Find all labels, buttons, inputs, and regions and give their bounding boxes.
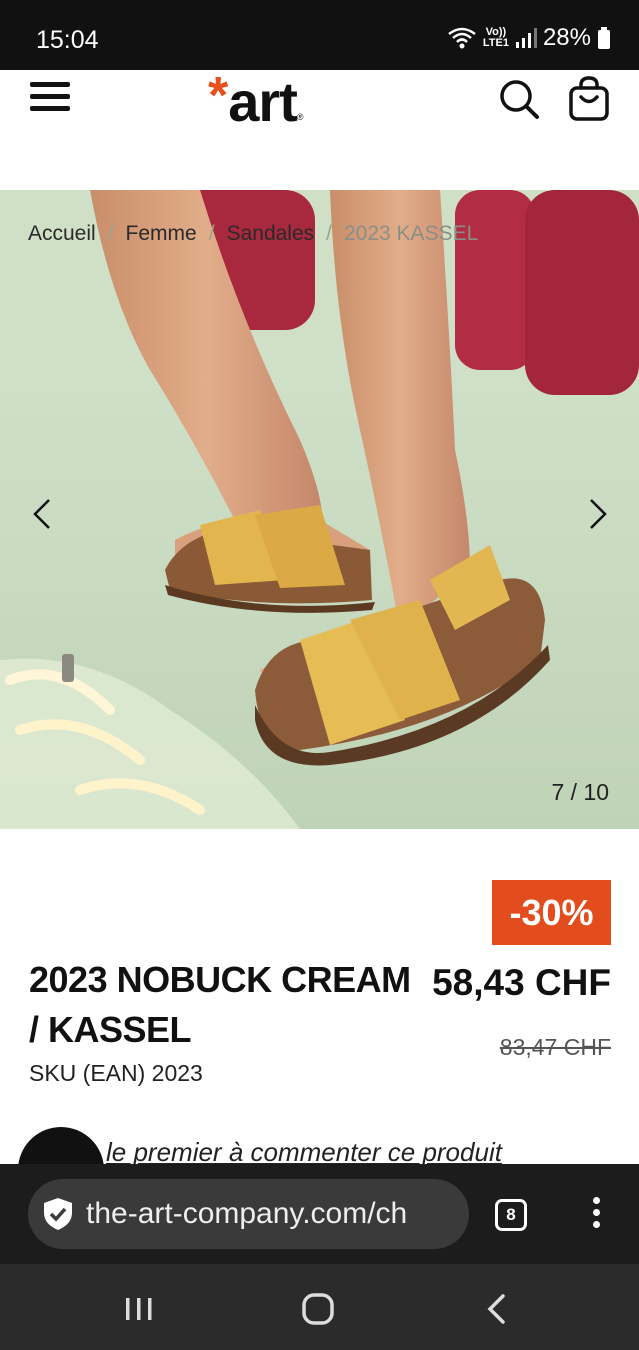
breadcrumb-separator: / <box>107 222 114 245</box>
discount-badge: -30% <box>492 880 611 945</box>
site-header: * art ® <box>0 70 639 190</box>
breadcrumb-home[interactable]: Accueil <box>28 222 96 246</box>
logo-star-icon: * <box>208 67 229 125</box>
breadcrumb-separator: / <box>208 222 215 245</box>
battery-level: 28% <box>542 24 591 51</box>
recent-apps-icon[interactable] <box>119 1289 159 1329</box>
network-type: Vo)) LTE1 <box>482 26 509 49</box>
chevron-left-icon[interactable] <box>22 492 62 536</box>
wifi-icon <box>448 27 476 49</box>
breadcrumb-sandales[interactable]: Sandales <box>227 222 315 246</box>
status-icons: Vo)) LTE1 28% <box>447 24 611 52</box>
menu-hamburger-icon[interactable] <box>30 82 70 112</box>
browser-toolbar: the-art-company.com/ch 8 <box>0 1164 639 1264</box>
search-icon[interactable] <box>498 78 540 120</box>
product-price: 58,43 CHF <box>432 962 611 1003</box>
breadcrumb-femme[interactable]: Femme <box>126 222 197 246</box>
system-nav-bar <box>0 1264 639 1350</box>
back-icon[interactable] <box>478 1289 518 1329</box>
chat-icon[interactable] <box>18 1127 104 1165</box>
gallery-counter: 7 / 10 <box>551 779 609 805</box>
product-old-price: 83,47 CHF <box>499 1034 611 1060</box>
breadcrumb-current: 2023 KASSEL <box>344 222 479 245</box>
logo-registered: ® <box>296 112 304 122</box>
logo-text: art <box>228 70 298 133</box>
review-prompt-row: le premier à commenter ce produit <box>0 1125 639 1165</box>
url-text: the-art-company.com/ch <box>86 1197 408 1230</box>
cart-icon[interactable] <box>568 76 610 122</box>
review-link[interactable]: le premier à commenter ce produit <box>106 1137 502 1165</box>
more-menu-icon[interactable] <box>588 1197 604 1231</box>
status-bar: 15:04 Vo)) LTE1 28% <box>0 0 639 70</box>
chevron-right-icon[interactable] <box>578 492 618 536</box>
shield-icon <box>44 1198 72 1230</box>
product-sku: SKU (EAN) 2023 <box>29 1060 203 1086</box>
breadcrumb: Accueil / Femme / Sandales / 2023 KASSEL <box>28 222 478 246</box>
art-logo[interactable]: * art ® <box>208 70 303 130</box>
product-photo <box>0 190 639 829</box>
tabs-button[interactable]: 8 <box>495 1199 527 1231</box>
product-title: 2023 NOBUCK CREAM / KASSEL <box>29 959 411 1050</box>
product-image[interactable] <box>0 190 639 829</box>
breadcrumb-separator: / <box>326 222 332 245</box>
status-time: 15:04 <box>36 26 99 54</box>
battery-icon <box>598 27 610 49</box>
address-bar[interactable]: the-art-company.com/ch <box>28 1179 469 1249</box>
signal-icon <box>515 28 537 48</box>
home-icon[interactable] <box>298 1289 338 1329</box>
